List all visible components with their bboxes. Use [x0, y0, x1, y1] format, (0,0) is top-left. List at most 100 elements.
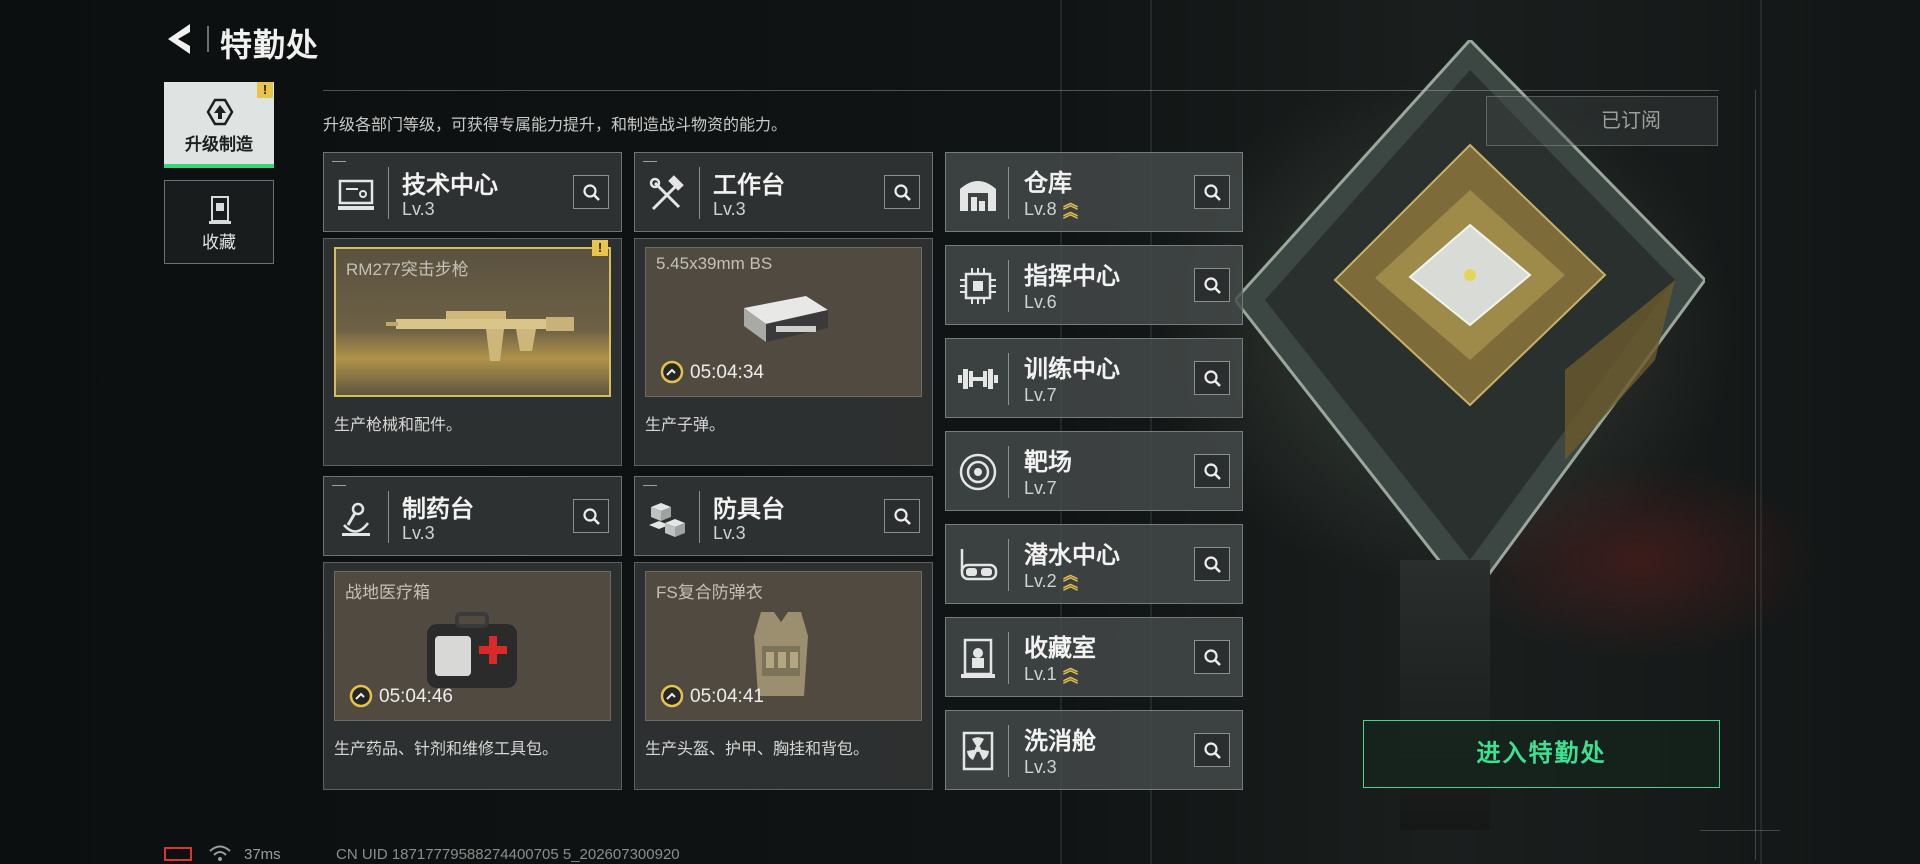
- facility-name: 工作台: [713, 172, 785, 199]
- room-training-center[interactable]: 训练中心 Lv.7: [945, 338, 1243, 418]
- facility-workbench-header[interactable]: 工作台 Lv.3: [634, 152, 933, 232]
- room-decontamination[interactable]: 洗消舱 Lv.3: [945, 710, 1243, 790]
- room-level: Lv.3: [1024, 757, 1057, 777]
- search-icon: [1204, 184, 1221, 201]
- separator: [1008, 539, 1009, 591]
- inspect-button[interactable]: [1194, 454, 1230, 488]
- room-name: 洗消舱: [1024, 728, 1096, 755]
- search-icon: [1204, 556, 1221, 573]
- ammo-box-image: [744, 296, 828, 342]
- separator: [1008, 446, 1009, 498]
- cube-pedestal: [1400, 560, 1490, 830]
- inspect-button[interactable]: [884, 499, 920, 533]
- room-level: Lv.1: [1024, 664, 1057, 684]
- corner-tick: [332, 485, 346, 486]
- room-name: 收藏室: [1024, 635, 1096, 662]
- search-icon: [1204, 742, 1221, 759]
- room-diving-center[interactable]: 潜水中心 Lv.2 ︽ ︽: [945, 524, 1243, 604]
- alert-badge: !: [592, 240, 608, 256]
- room-level: Lv.8: [1024, 199, 1057, 219]
- pharmacy-icon: [342, 502, 370, 536]
- inspect-button[interactable]: [1194, 268, 1230, 302]
- inspect-button[interactable]: [1194, 733, 1230, 767]
- facility-pharmacy-body: 战地医疗箱 05:04:46 生产药品、针剂和维修工具包。: [323, 562, 622, 790]
- facility-level: Lv.3: [402, 199, 435, 219]
- product-slot[interactable]: 战地医疗箱 05:04:46: [334, 571, 611, 721]
- title-separator: [207, 26, 209, 52]
- production-timer: 05:04:34: [690, 362, 764, 383]
- search-icon: [1204, 277, 1221, 294]
- subscribed-button[interactable]: 已订阅: [1486, 96, 1718, 146]
- facility-description: 生产枪械和配件。: [334, 417, 463, 434]
- search-icon: [1204, 370, 1221, 387]
- sidebar-active-indicator: [164, 164, 274, 168]
- facility-description: 生产子弹。: [645, 417, 726, 434]
- warehouse-icon: [960, 181, 996, 211]
- inspect-button[interactable]: [1194, 640, 1230, 674]
- workbench-icon: [649, 175, 684, 211]
- product-name: RM277突击步枪: [346, 260, 469, 279]
- back-arrow-icon[interactable]: [164, 22, 194, 56]
- separator: [1008, 632, 1009, 684]
- timer-icon: [660, 360, 684, 384]
- product-slot[interactable]: 5.45x39mm BS 05:04:34: [645, 247, 922, 397]
- search-icon: [894, 508, 911, 525]
- inspect-button[interactable]: [884, 175, 920, 209]
- corner-tick: [643, 485, 657, 486]
- facility-level: Lv.3: [402, 523, 435, 543]
- product-name: 5.45x39mm BS: [656, 254, 773, 273]
- production-timer: 05:04:46: [379, 686, 453, 707]
- separator: [1008, 353, 1009, 405]
- search-icon: [1204, 463, 1221, 480]
- facility-level: Lv.3: [713, 523, 746, 543]
- facility-name: 技术中心: [402, 172, 498, 199]
- player-uid: CN UID 18717779588274400705 5_2026073009…: [336, 846, 680, 863]
- background-pillar: [1760, 0, 1762, 864]
- timer-icon: [660, 684, 684, 708]
- enter-special-ops-button[interactable]: 进入特勤处: [1363, 720, 1720, 788]
- room-collection-room[interactable]: 收藏室 Lv.1 ︽ ︽: [945, 617, 1243, 697]
- room-warehouse[interactable]: 仓库 Lv.8 ︽ ︽: [945, 152, 1243, 232]
- facility-pharmacy-header[interactable]: 制药台 Lv.3: [323, 476, 622, 556]
- inspect-button[interactable]: [1194, 361, 1230, 395]
- room-name: 仓库: [1024, 170, 1072, 197]
- inspect-button[interactable]: [1194, 547, 1230, 581]
- command-center-icon: [960, 268, 996, 304]
- facility-armor-bench-header[interactable]: 防具台 Lv.3: [634, 476, 933, 556]
- product-name: FS复合防弹衣: [656, 583, 763, 602]
- room-level: Lv.6: [1024, 292, 1057, 312]
- search-icon: [1204, 649, 1221, 666]
- sidebar-item-collection[interactable]: 收藏: [164, 180, 274, 264]
- facility-name: 制药台: [402, 496, 474, 523]
- room-name: 潜水中心: [1024, 542, 1120, 569]
- intro-text: 升级各部门等级，可获得专属能力提升，和制造战斗物资的能力。: [323, 117, 788, 134]
- diving-center-icon: [960, 549, 998, 581]
- collection-icon: [209, 196, 231, 224]
- separator: [699, 167, 700, 219]
- room-shooting-range[interactable]: 靶场 Lv.7: [945, 431, 1243, 511]
- search-icon: [583, 508, 600, 525]
- shooting-range-icon: [959, 453, 997, 491]
- inspect-button[interactable]: [573, 175, 609, 209]
- room-level: Lv.7: [1024, 385, 1057, 405]
- product-slot[interactable]: FS复合防弹衣 05:04:41: [645, 571, 922, 721]
- facility-workbench-body: 5.45x39mm BS 05:04:34 生产子弹。: [634, 238, 933, 466]
- inspect-button[interactable]: [1194, 175, 1230, 209]
- upgrade-available-icon: ︽ ︽: [1063, 567, 1079, 593]
- decontamination-icon: [962, 731, 994, 771]
- divider: [323, 90, 1719, 91]
- facility-description: 生产药品、针剂和维修工具包。: [334, 741, 559, 758]
- upgrade-available-icon: ︽ ︽: [1063, 195, 1079, 221]
- room-name: 指挥中心: [1024, 263, 1120, 290]
- alert-badge: !: [257, 82, 273, 98]
- corner-tick: [643, 161, 657, 162]
- product-slot[interactable]: RM277突击步枪: [334, 247, 611, 397]
- separator: [1008, 167, 1009, 219]
- wifi-icon: [209, 845, 231, 861]
- frame-line: [1755, 90, 1756, 860]
- room-command-center[interactable]: 指挥中心 Lv.6: [945, 245, 1243, 325]
- facility-armor-bench-body: FS复合防弹衣 05:04:41 生产头盔、护甲、胸挂和背包。: [634, 562, 933, 790]
- facility-tech-center-header[interactable]: 技术中心 Lv.3: [323, 152, 622, 232]
- medical-kit-image: [427, 612, 517, 688]
- inspect-button[interactable]: [573, 499, 609, 533]
